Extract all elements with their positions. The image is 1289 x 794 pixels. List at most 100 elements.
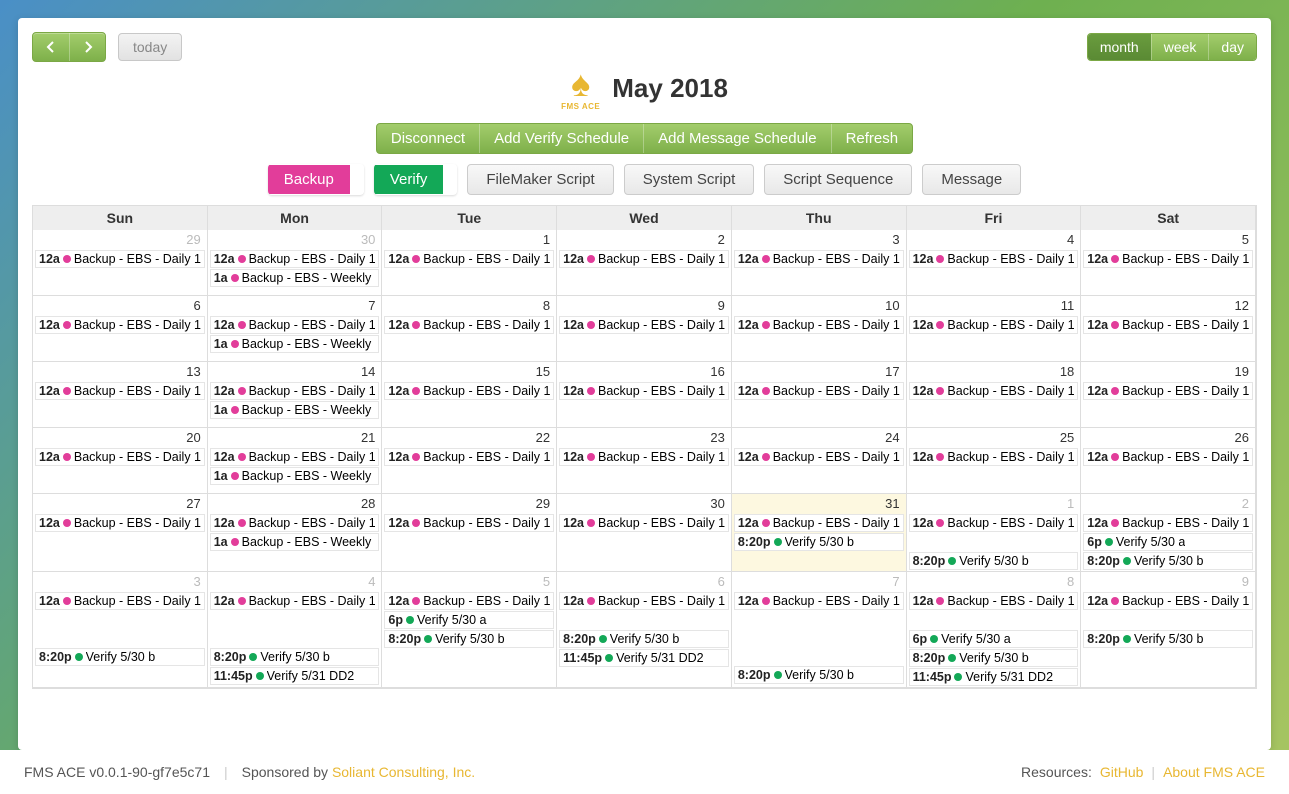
calendar-cell[interactable]: 2912aBackup - EBS - Daily 12 — [382, 494, 557, 572]
calendar-cell[interactable]: 812aBackup - EBS - Daily 12 — [382, 296, 557, 362]
calendar-cell[interactable]: 1012aBackup - EBS - Daily 12 — [732, 296, 907, 362]
calendar-event[interactable]: 12aBackup - EBS - Daily 12 — [909, 250, 1079, 268]
calendar-event[interactable]: 11:45pVerify 5/31 DD2 — [210, 667, 380, 685]
calendar-event[interactable]: 12aBackup - EBS - Daily 12 — [210, 250, 380, 268]
filter-filemaker-script[interactable]: FileMaker Script — [467, 164, 613, 195]
refresh-button[interactable]: Refresh — [831, 124, 913, 153]
calendar-event[interactable]: 12aBackup - EBS - Daily 12 — [35, 250, 205, 268]
calendar-cell[interactable]: 312aBackup - EBS - Daily 128:20pVerify 5… — [33, 572, 208, 688]
calendar-event[interactable]: 12aBackup - EBS - Daily 12 — [384, 592, 554, 610]
calendar-cell[interactable]: 512aBackup - EBS - Daily 126pVerify 5/30… — [382, 572, 557, 688]
add-verify-schedule-button[interactable]: Add Verify Schedule — [479, 124, 643, 153]
calendar-event[interactable]: 8:20pVerify 5/30 b — [909, 552, 1079, 570]
calendar-cell[interactable]: 412aBackup - EBS - Daily 128:20pVerify 5… — [208, 572, 383, 688]
calendar-cell[interactable]: 1912aBackup - EBS - Daily 12 — [1081, 362, 1256, 428]
calendar-cell[interactable]: 812aBackup - EBS - Daily 126pVerify 5/30… — [907, 572, 1082, 688]
calendar-cell[interactable]: 212aBackup - EBS - Daily 126pVerify 5/30… — [1081, 494, 1256, 572]
calendar-event[interactable]: 8:20pVerify 5/30 b — [1083, 552, 1253, 570]
calendar-cell[interactable]: 912aBackup - EBS - Daily 128:20pVerify 5… — [1081, 572, 1256, 688]
calendar-event[interactable]: 8:20pVerify 5/30 b — [734, 533, 904, 551]
calendar-event[interactable]: 12aBackup - EBS - Daily 12 — [559, 382, 729, 400]
calendar-cell[interactable]: 1212aBackup - EBS - Daily 12 — [1081, 296, 1256, 362]
calendar-cell[interactable]: 512aBackup - EBS - Daily 12 — [1081, 230, 1256, 296]
calendar-event[interactable]: 8:20pVerify 5/30 b — [1083, 630, 1253, 648]
next-button[interactable] — [69, 33, 105, 61]
calendar-cell[interactable]: 1112aBackup - EBS - Daily 12 — [907, 296, 1082, 362]
calendar-event[interactable]: 12aBackup - EBS - Daily 12 — [559, 448, 729, 466]
calendar-cell[interactable]: 612aBackup - EBS - Daily 12 — [33, 296, 208, 362]
about-link[interactable]: About FMS ACE — [1163, 764, 1265, 780]
view-week[interactable]: week — [1151, 34, 1209, 60]
calendar-event[interactable]: 12aBackup - EBS - Daily 12 — [1083, 382, 1253, 400]
calendar-cell[interactable]: 412aBackup - EBS - Daily 12 — [907, 230, 1082, 296]
calendar-event[interactable]: 12aBackup - EBS - Daily 12 — [1083, 592, 1253, 610]
calendar-event[interactable]: 12aBackup - EBS - Daily 12 — [1083, 514, 1253, 532]
calendar-event[interactable]: 12aBackup - EBS - Daily 12 — [1083, 448, 1253, 466]
calendar-event[interactable]: 1aBackup - EBS - Weekly 0 — [210, 335, 380, 353]
calendar-cell[interactable]: 1612aBackup - EBS - Daily 12 — [557, 362, 732, 428]
calendar-event[interactable]: 12aBackup - EBS - Daily 12 — [559, 592, 729, 610]
calendar-cell[interactable]: 912aBackup - EBS - Daily 12 — [557, 296, 732, 362]
calendar-event[interactable]: 12aBackup - EBS - Daily 12 — [734, 382, 904, 400]
calendar-event[interactable]: 12aBackup - EBS - Daily 12 — [909, 316, 1079, 334]
calendar-cell[interactable]: 2912aBackup - EBS - Daily 12 — [33, 230, 208, 296]
calendar-cell[interactable]: 1712aBackup - EBS - Daily 12 — [732, 362, 907, 428]
calendar-event[interactable]: 12aBackup - EBS - Daily 12 — [559, 316, 729, 334]
calendar-cell[interactable]: 212aBackup - EBS - Daily 12 — [557, 230, 732, 296]
calendar-cell[interactable]: 2712aBackup - EBS - Daily 12 — [33, 494, 208, 572]
calendar-cell[interactable]: 112aBackup - EBS - Daily 128:20pVerify 5… — [907, 494, 1082, 572]
calendar-event[interactable]: 12aBackup - EBS - Daily 12 — [384, 250, 554, 268]
calendar-cell[interactable]: 612aBackup - EBS - Daily 128:20pVerify 5… — [557, 572, 732, 688]
calendar-cell[interactable]: 712aBackup - EBS - Daily 128:20pVerify 5… — [732, 572, 907, 688]
calendar-event[interactable]: 12aBackup - EBS - Daily 12 — [734, 250, 904, 268]
calendar-event[interactable]: 12aBackup - EBS - Daily 12 — [35, 592, 205, 610]
calendar-event[interactable]: 8:20pVerify 5/30 b — [210, 648, 380, 666]
calendar-event[interactable]: 12aBackup - EBS - Daily 12 — [1083, 316, 1253, 334]
calendar-cell[interactable]: 2412aBackup - EBS - Daily 12 — [732, 428, 907, 494]
calendar-event[interactable]: 12aBackup - EBS - Daily 12 — [734, 514, 904, 532]
calendar-cell[interactable]: 712aBackup - EBS - Daily 121aBackup - EB… — [208, 296, 383, 362]
calendar-cell[interactable]: 312aBackup - EBS - Daily 12 — [732, 230, 907, 296]
calendar-event[interactable]: 12aBackup - EBS - Daily 12 — [384, 382, 554, 400]
calendar-event[interactable]: 12aBackup - EBS - Daily 12 — [559, 250, 729, 268]
calendar-event[interactable]: 12aBackup - EBS - Daily 12 — [35, 316, 205, 334]
calendar-cell[interactable]: 2812aBackup - EBS - Daily 121aBackup - E… — [208, 494, 383, 572]
filter-checkbox[interactable] — [443, 166, 457, 194]
calendar-cell[interactable]: 3112aBackup - EBS - Daily 128:20pVerify … — [732, 494, 907, 572]
calendar-event[interactable]: 12aBackup - EBS - Daily 12 — [384, 316, 554, 334]
today-button[interactable]: today — [118, 33, 182, 61]
calendar-event[interactable]: 12aBackup - EBS - Daily 12 — [909, 592, 1079, 610]
calendar-event[interactable]: 12aBackup - EBS - Daily 12 — [384, 448, 554, 466]
calendar-event[interactable]: 6pVerify 5/30 a — [909, 630, 1079, 648]
calendar-cell[interactable]: 2512aBackup - EBS - Daily 12 — [907, 428, 1082, 494]
calendar-cell[interactable]: 112aBackup - EBS - Daily 12 — [382, 230, 557, 296]
calendar-event[interactable]: 6pVerify 5/30 a — [384, 611, 554, 629]
calendar-event[interactable]: 12aBackup - EBS - Daily 12 — [909, 514, 1079, 532]
disconnect-button[interactable]: Disconnect — [377, 124, 479, 153]
filter-script-sequence[interactable]: Script Sequence — [764, 164, 912, 195]
calendar-event[interactable]: 12aBackup - EBS - Daily 12 — [35, 448, 205, 466]
filter-checkbox[interactable] — [350, 166, 364, 194]
calendar-cell[interactable]: 1512aBackup - EBS - Daily 12 — [382, 362, 557, 428]
filter-backup[interactable]: Backup — [268, 164, 364, 195]
calendar-cell[interactable]: 2612aBackup - EBS - Daily 12 — [1081, 428, 1256, 494]
filter-verify[interactable]: Verify — [374, 164, 458, 195]
calendar-event[interactable]: 12aBackup - EBS - Daily 12 — [734, 592, 904, 610]
view-month[interactable]: month — [1088, 34, 1151, 60]
calendar-cell[interactable]: 2312aBackup - EBS - Daily 12 — [557, 428, 732, 494]
calendar-cell[interactable]: 2212aBackup - EBS - Daily 12 — [382, 428, 557, 494]
calendar-event[interactable]: 1aBackup - EBS - Weekly 0 — [210, 467, 380, 485]
calendar-event[interactable]: 1aBackup - EBS - Weekly 0 — [210, 533, 380, 551]
calendar-cell[interactable]: 2012aBackup - EBS - Daily 12 — [33, 428, 208, 494]
calendar-event[interactable]: 12aBackup - EBS - Daily 12 — [210, 382, 380, 400]
calendar-event[interactable]: 12aBackup - EBS - Daily 12 — [559, 514, 729, 532]
prev-button[interactable] — [33, 33, 69, 61]
add-message-schedule-button[interactable]: Add Message Schedule — [643, 124, 830, 153]
calendar-event[interactable]: 11:45pVerify 5/31 DD2 — [909, 668, 1079, 686]
sponsor-link[interactable]: Soliant Consulting, Inc. — [332, 764, 475, 780]
calendar-event[interactable]: 12aBackup - EBS - Daily 12 — [1083, 250, 1253, 268]
calendar-cell[interactable]: 2112aBackup - EBS - Daily 121aBackup - E… — [208, 428, 383, 494]
calendar-event[interactable]: 12aBackup - EBS - Daily 12 — [210, 448, 380, 466]
calendar-event[interactable]: 1aBackup - EBS - Weekly 0 — [210, 401, 380, 419]
calendar-event[interactable]: 12aBackup - EBS - Daily 12 — [210, 514, 380, 532]
